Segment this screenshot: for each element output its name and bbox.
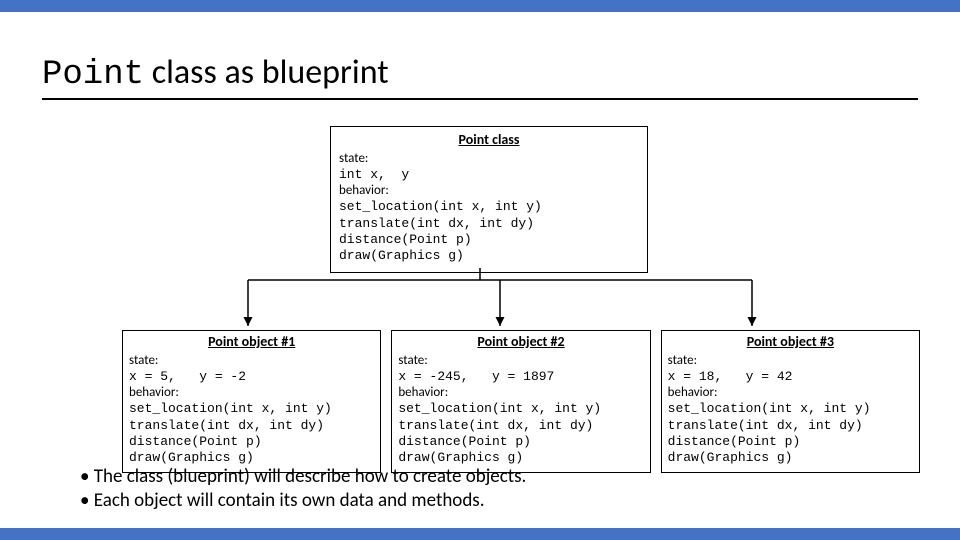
behavior-label: behavior: [129, 385, 374, 401]
object-title: Point object #1 [129, 333, 374, 351]
class-box: Point class state: int x, y behavior: se… [330, 126, 648, 273]
object-box-2: Point object #2 state: x = -245, y = 189… [391, 330, 650, 473]
object-title: Point object #2 [398, 333, 643, 351]
state-label: state: [339, 151, 639, 167]
behavior-line: draw(Graphics g) [129, 450, 374, 466]
behavior-line: translate(int dx, int dy) [668, 418, 913, 434]
behavior-line: set_location(int x, int y) [668, 401, 913, 417]
slide-title: Point class as blueprint [42, 52, 918, 100]
bullet-item: Each object will contain its own data an… [80, 489, 526, 513]
behavior-line: distance(Point p) [668, 434, 913, 450]
behavior-line: draw(Graphics g) [668, 450, 913, 466]
behavior-line: set_location(int x, int y) [129, 401, 374, 417]
behavior-label: behavior: [668, 385, 913, 401]
behavior-label: behavior: [398, 385, 643, 401]
behavior-line: distance(Point p) [398, 434, 643, 450]
object-box-1: Point object #1 state: x = 5, y = -2 beh… [122, 330, 381, 473]
behavior-line: distance(Point p) [339, 232, 639, 248]
state-code: x = 5, y = -2 [129, 369, 374, 385]
state-label: state: [129, 353, 374, 369]
state-code: int x, y [339, 167, 639, 183]
behavior-line: draw(Graphics g) [398, 450, 643, 466]
behavior-line: translate(int dx, int dy) [339, 216, 639, 232]
state-label: state: [398, 353, 643, 369]
title-mono: Point [42, 56, 144, 94]
state-label: state: [668, 353, 913, 369]
class-box-title: Point class [339, 131, 639, 149]
bottom-color-bar [0, 528, 960, 540]
top-color-bar [0, 0, 960, 12]
behavior-label: behavior: [339, 183, 639, 199]
behavior-line: set_location(int x, int y) [339, 199, 639, 215]
behavior-line: distance(Point p) [129, 434, 374, 450]
objects-row: Point object #1 state: x = 5, y = -2 beh… [122, 330, 920, 473]
state-code: x = -245, y = 1897 [398, 369, 643, 385]
behavior-line: translate(int dx, int dy) [129, 418, 374, 434]
bullet-list: The class (blueprint) will describe how … [80, 465, 526, 513]
object-box-3: Point object #3 state: x = 18, y = 42 be… [661, 330, 920, 473]
bullet-item: The class (blueprint) will describe how … [80, 465, 526, 489]
state-code: x = 18, y = 42 [668, 369, 913, 385]
behavior-line: translate(int dx, int dy) [398, 418, 643, 434]
behavior-line: set_location(int x, int y) [398, 401, 643, 417]
title-rest: class as blueprint [144, 52, 389, 93]
behavior-line: draw(Graphics g) [339, 248, 639, 264]
object-title: Point object #3 [668, 333, 913, 351]
